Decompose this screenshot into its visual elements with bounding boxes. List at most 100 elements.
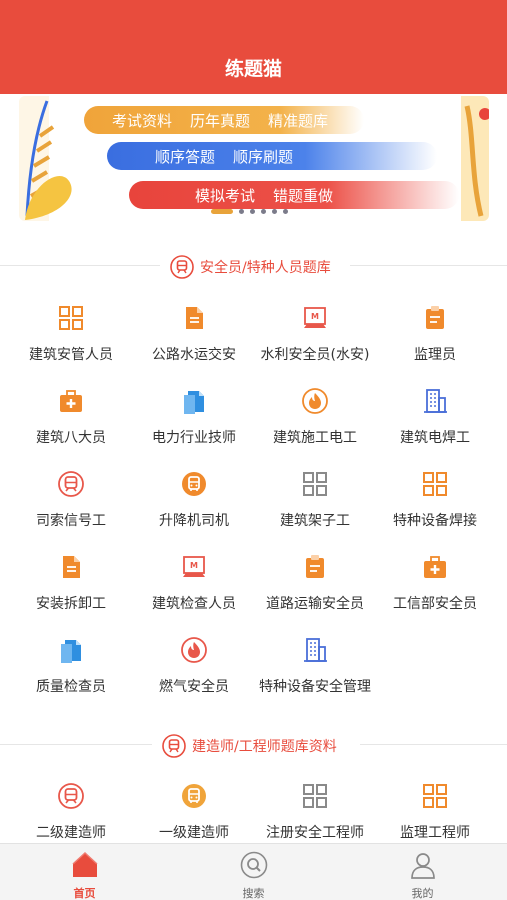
- section-title-wrap: 建造师/工程师题库资料: [162, 734, 337, 758]
- grid-item-label: 一级建造师: [159, 825, 229, 841]
- grid-item[interactable]: 建筑八大员: [8, 387, 134, 467]
- grid-item[interactable]: 道路运输安全员: [252, 553, 378, 633]
- fire-badge-icon: [180, 636, 208, 664]
- grid-item[interactable]: 建筑架子工: [252, 470, 378, 550]
- train-badge-icon: [57, 782, 85, 810]
- home-icon: [71, 851, 98, 877]
- grid-item[interactable]: M 水利安全员(水安): [252, 304, 378, 384]
- train-badge-icon: [170, 255, 194, 279]
- section-title-wrap: 安全员/特种人员题库: [170, 255, 331, 279]
- promo-banner[interactable]: 考试资料 历年真题 精准题库 顺序答题 顺序刷题 模拟考试 错题重做: [19, 96, 489, 221]
- grid-item[interactable]: 安装拆卸工: [8, 553, 134, 633]
- section-header-engineer: 建造师/工程师题库资料: [0, 730, 507, 758]
- grid-item-label: 公路水运交安: [152, 347, 236, 363]
- banner-row-orange: 考试资料 历年真题 精准题库: [84, 106, 364, 134]
- carousel-dot-active[interactable]: [211, 209, 233, 214]
- grid-item-label: 建筑检查人员: [152, 596, 236, 612]
- grid-item-label: 二级建造师: [36, 825, 106, 841]
- tab-label: 我的: [411, 887, 434, 900]
- grid-item-label: 工信部安全员: [393, 596, 477, 612]
- grid-icon: [421, 470, 449, 498]
- grid-item-label: 道路运输安全员: [266, 596, 364, 612]
- carousel-dot[interactable]: [272, 209, 277, 214]
- svg-text:M: M: [311, 312, 319, 321]
- section-header-safety: 安全员/特种人员题库: [0, 251, 507, 279]
- grid-item[interactable]: 特种设备焊接: [372, 470, 498, 550]
- files-icon: [180, 387, 208, 415]
- carousel-dot[interactable]: [283, 209, 288, 214]
- grid-item[interactable]: 升降机司机: [131, 470, 257, 550]
- divider: [0, 744, 152, 745]
- banner-row-red: 模拟考试 错题重做: [129, 181, 459, 209]
- app-header: 练题猫: [0, 0, 507, 94]
- grid-item[interactable]: 建筑施工电工: [252, 387, 378, 467]
- tab-profile[interactable]: 我的: [338, 844, 507, 900]
- banner-text: 考试资料: [112, 111, 173, 130]
- tab-search[interactable]: 搜索: [169, 844, 338, 900]
- banner-text: 模拟考试: [195, 186, 256, 205]
- grid-item-label: 安装拆卸工: [36, 596, 106, 612]
- clipboard-icon: [301, 553, 329, 581]
- bus-badge-icon: [180, 470, 208, 498]
- divider: [360, 744, 507, 745]
- grid-item[interactable]: 燃气安全员: [131, 636, 257, 716]
- divider: [350, 265, 507, 266]
- grid-item[interactable]: 公路水运交安: [131, 304, 257, 384]
- grid-item[interactable]: 特种设备安全管理: [252, 636, 378, 716]
- banner-text: 历年真题: [190, 111, 251, 130]
- grid-item[interactable]: 电力行业技师: [131, 387, 257, 467]
- train-badge-icon: [57, 470, 85, 498]
- bus-badge-icon: [180, 782, 208, 810]
- grid-icon: [421, 782, 449, 810]
- divider: [0, 265, 160, 266]
- grid-item-label: 建筑安管人员: [29, 347, 113, 363]
- section-title: 建造师/工程师题库资料: [192, 739, 337, 755]
- grid-item[interactable]: 监理员: [372, 304, 498, 384]
- grid-item-label: 监理工程师: [400, 825, 470, 841]
- clipboard-icon: [421, 304, 449, 332]
- fire-badge-icon: [301, 387, 329, 415]
- tab-home[interactable]: 首页: [0, 844, 169, 900]
- tab-label: 搜索: [242, 887, 265, 900]
- app-title: 练题猫: [224, 58, 282, 80]
- user-icon: [410, 853, 435, 879]
- svg-text:M: M: [190, 561, 198, 570]
- grid-item[interactable]: 司索信号工: [8, 470, 134, 550]
- grid-item-label: 特种设备安全管理: [259, 679, 371, 695]
- banner-text: 错题重做: [273, 186, 334, 205]
- grid-icon: [301, 782, 329, 810]
- grid-item-label: 建筑施工电工: [273, 430, 357, 446]
- grid-item[interactable]: 质量检查员: [8, 636, 134, 716]
- grid-item[interactable]: 建筑电焊工: [372, 387, 498, 467]
- medical-kit-icon: [57, 387, 85, 415]
- grid-item[interactable]: M 建筑检查人员: [131, 553, 257, 633]
- files-icon: [57, 636, 85, 664]
- carousel-dots[interactable]: [211, 209, 288, 214]
- carousel-dot[interactable]: [261, 209, 266, 214]
- grid-item-label: 质量检查员: [36, 679, 106, 695]
- grid-item-label: 司索信号工: [36, 513, 106, 529]
- tab-label: 首页: [73, 887, 96, 900]
- grid-item-label: 升降机司机: [159, 513, 229, 529]
- train-badge-icon: [162, 734, 186, 758]
- bottom-tab-bar: 首页 搜索 我的: [0, 843, 507, 900]
- medical-kit-icon: [421, 553, 449, 581]
- banner-text: 精准题库: [268, 111, 329, 130]
- grid-icon: [57, 304, 85, 332]
- grid-item[interactable]: 建筑安管人员: [8, 304, 134, 384]
- search-icon: [240, 851, 267, 879]
- carousel-dot[interactable]: [239, 209, 244, 214]
- grid-item-label: 燃气安全员: [159, 679, 229, 695]
- grid-item-label: 监理员: [414, 347, 456, 363]
- banner-text: 顺序答题: [155, 147, 216, 166]
- grid-icon: [301, 470, 329, 498]
- grid-item-label: 特种设备焊接: [393, 513, 477, 529]
- grid-item-label: 建筑架子工: [280, 513, 350, 529]
- certificate-icon: M: [180, 553, 208, 581]
- building-icon: [421, 387, 449, 415]
- grid-item-label: 电力行业技师: [152, 430, 236, 446]
- certificate-icon: M: [301, 304, 329, 332]
- grid-item[interactable]: 工信部安全员: [372, 553, 498, 633]
- carousel-dot[interactable]: [250, 209, 255, 214]
- banner-text: 顺序刷题: [233, 147, 294, 166]
